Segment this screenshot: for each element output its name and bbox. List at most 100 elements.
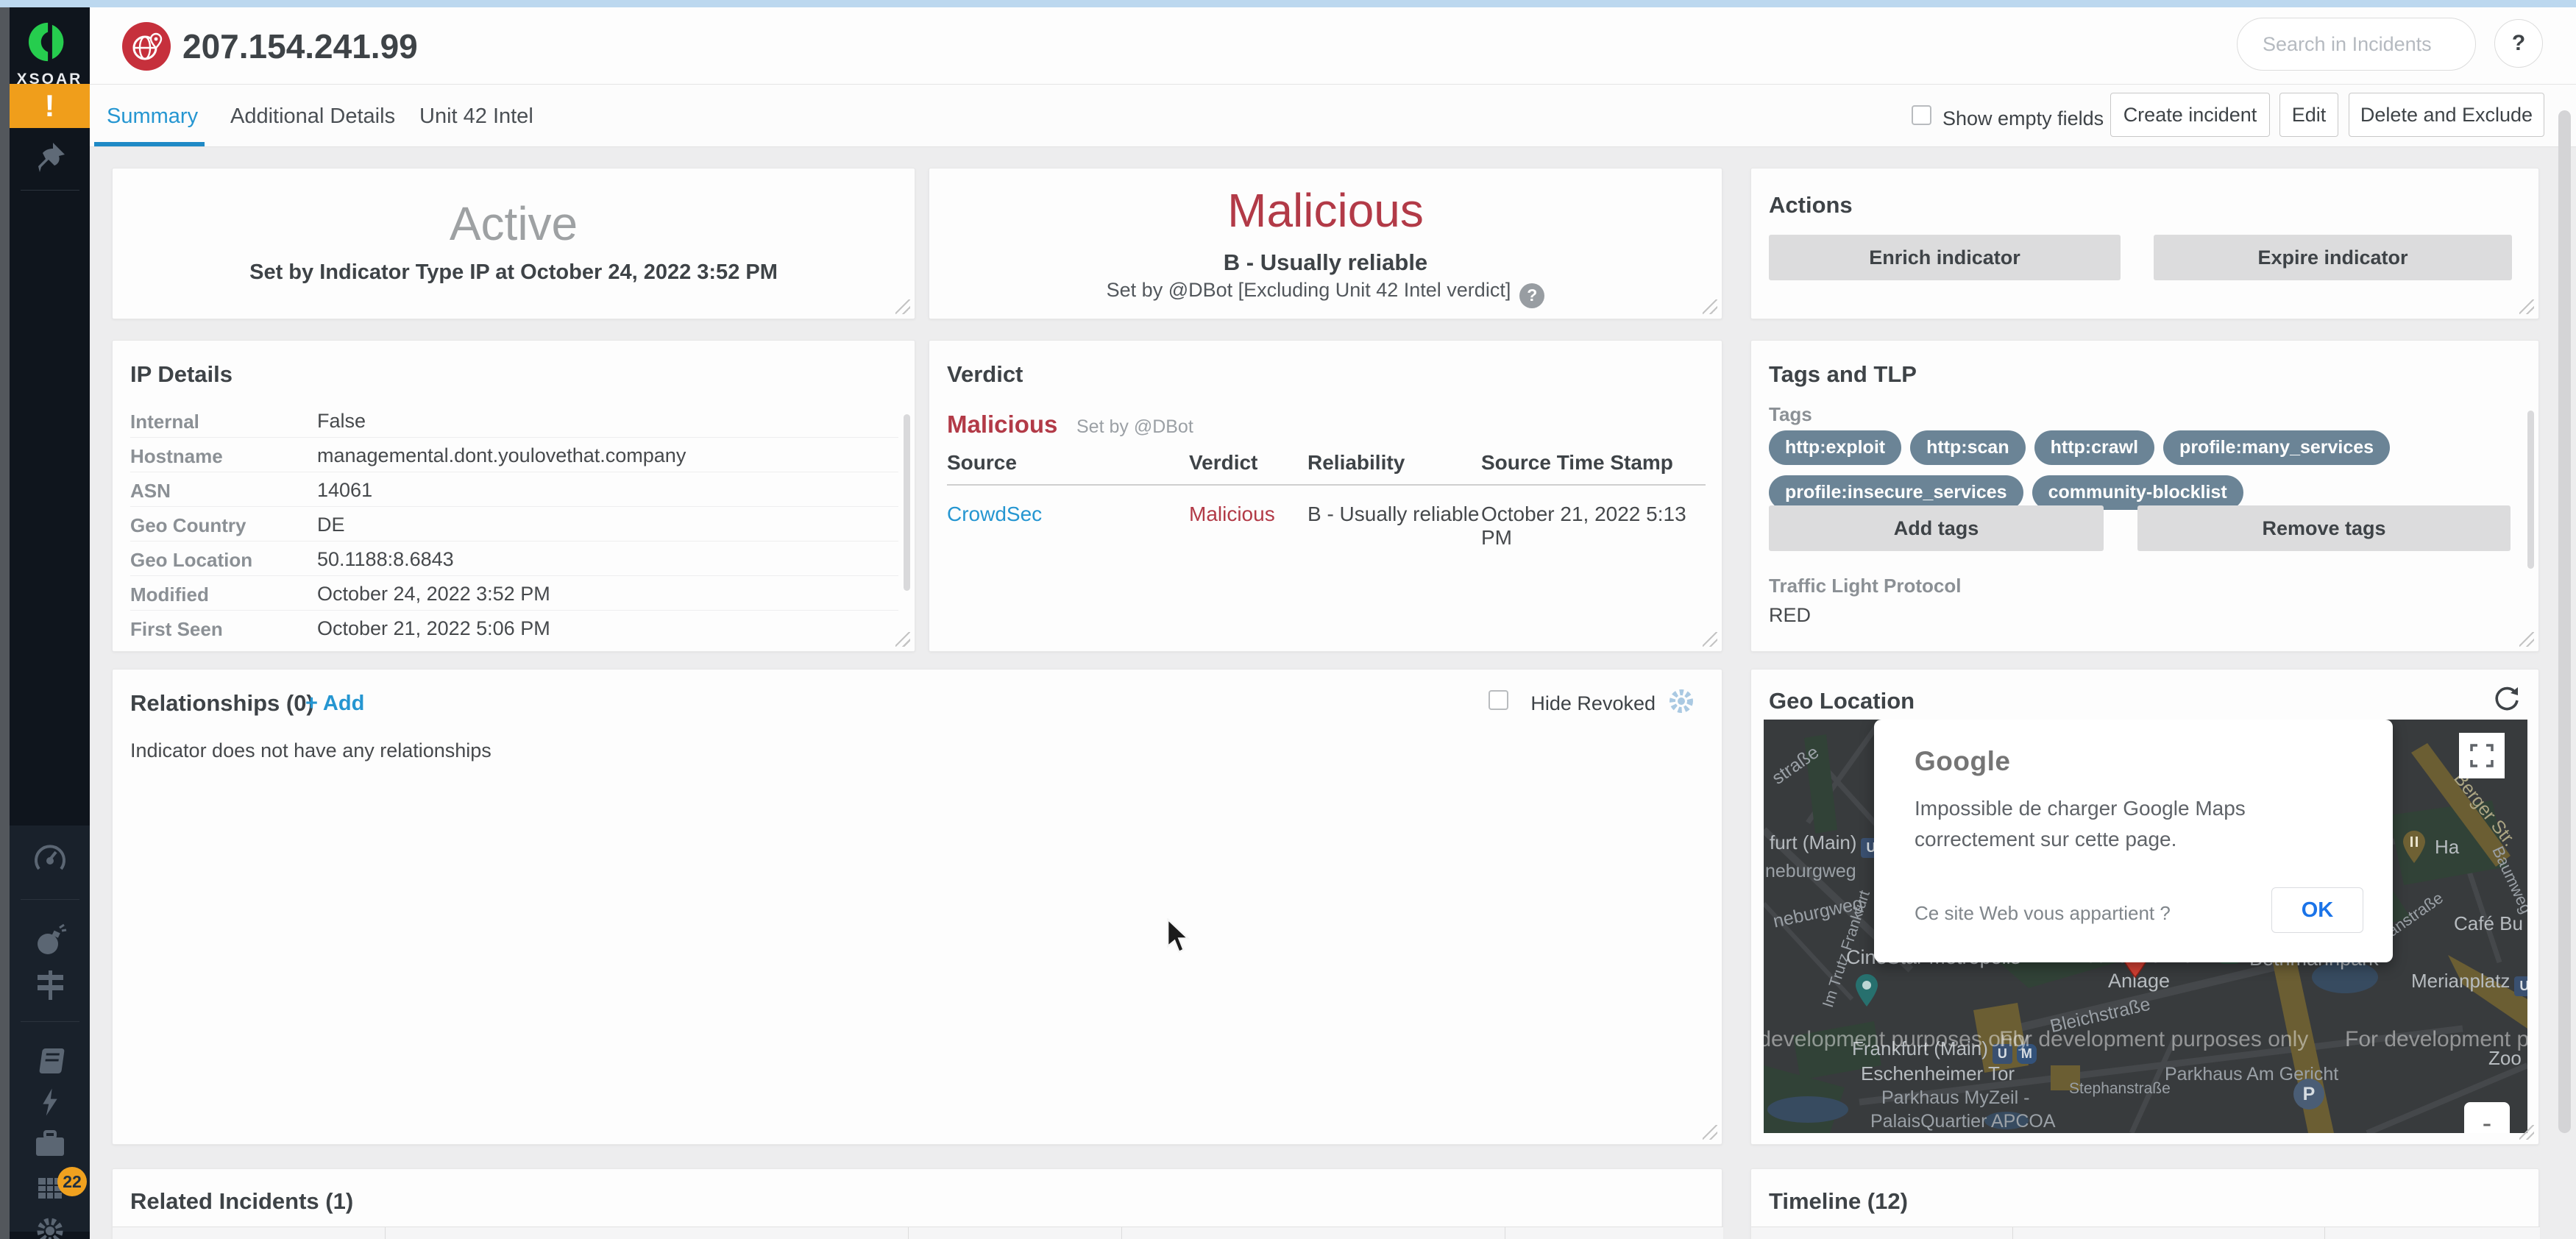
- restaurant-pin-icon: [2401, 830, 2427, 867]
- tab-unit-42-intel[interactable]: Unit 42 Intel: [419, 104, 533, 129]
- verdict-set-by: Set by @DBot: [1076, 416, 1193, 438]
- dialog-question: Ce site Web vous appartient ?: [1915, 902, 2171, 925]
- show-empty-fields-checkbox[interactable]: [1912, 105, 1931, 125]
- ok-button[interactable]: OK: [2271, 887, 2363, 933]
- resize-handle[interactable]: [2519, 632, 2534, 647]
- bomb-icon[interactable]: [10, 921, 90, 959]
- map-label: Parkhaus MyZeil -: [1881, 1087, 2029, 1109]
- resize-handle[interactable]: [895, 632, 910, 647]
- geo-location-title: Geo Location: [1769, 688, 1915, 714]
- map-label: Stephanstraße: [2069, 1080, 2171, 1098]
- tags-tlp-card: Tags and TLP Tags http:exploithttp:scanh…: [1750, 340, 2539, 652]
- timeline-title: Timeline (12): [1769, 1188, 1908, 1215]
- hide-revoked-checkbox[interactable]: [1489, 690, 1508, 710]
- create-incident-button[interactable]: Create incident: [2110, 93, 2270, 137]
- dashboard-gauge-icon[interactable]: [10, 840, 90, 878]
- ip-details-card: IP Details InternalFalse Hostnamemanagem…: [112, 340, 915, 652]
- table-header-row: [1751, 1226, 2540, 1239]
- briefcase-icon[interactable]: [10, 1124, 90, 1162]
- active-tab-underline: [94, 142, 205, 146]
- row-timestamp: October 21, 2022 5:13 PM: [1481, 503, 1722, 550]
- search-input[interactable]: [2237, 18, 2476, 71]
- resize-handle[interactable]: [895, 299, 910, 314]
- tag[interactable]: profile:insecure_services: [1769, 475, 2023, 510]
- xsoar-indicator-page: XSOAR !: [0, 0, 2576, 1239]
- gear-icon[interactable]: [10, 1214, 90, 1239]
- fullscreen-button[interactable]: [2459, 733, 2505, 778]
- hide-revoked-label: Hide Revoked: [1530, 692, 1656, 715]
- indicator-type-icon: [121, 21, 172, 76]
- tlp-label: Traffic Light Protocol: [1769, 575, 1961, 597]
- resize-handle[interactable]: [1703, 1125, 1717, 1140]
- scrollbar[interactable]: [2527, 411, 2534, 569]
- signpost-icon[interactable]: [10, 965, 90, 1004]
- parking-badge-icon: P: [2293, 1079, 2324, 1110]
- add-relationship-link[interactable]: + Add: [305, 692, 364, 716]
- expire-indicator-button[interactable]: Expire indicator: [2154, 235, 2512, 280]
- table-row: Geo CountryDE: [130, 507, 898, 542]
- remove-tags-button[interactable]: Remove tags: [2137, 505, 2511, 551]
- lightning-icon[interactable]: [10, 1083, 90, 1121]
- column-header-source[interactable]: Source: [947, 451, 1017, 475]
- status-set-by-note: Set by Indicator Type IP at October 24, …: [113, 260, 915, 285]
- map-label: Café Bu: [2454, 912, 2523, 935]
- pin-icon[interactable]: [10, 137, 90, 178]
- alerts-button[interactable]: !: [10, 84, 90, 128]
- sidebar-divider: [21, 1021, 79, 1022]
- enrich-indicator-button[interactable]: Enrich indicator: [1769, 235, 2121, 280]
- tag[interactable]: http:crawl: [2034, 430, 2154, 465]
- page-scrollbar[interactable]: [2558, 110, 2571, 1133]
- tag[interactable]: http:scan: [1910, 430, 2026, 465]
- related-incidents-card: Related Incidents (1): [112, 1168, 1722, 1239]
- source-link[interactable]: CrowdSec: [947, 503, 1042, 526]
- xsoar-logo-icon[interactable]: [10, 16, 90, 68]
- tag[interactable]: http:exploit: [1769, 430, 1901, 465]
- tlp-value: RED: [1769, 604, 1811, 627]
- map-label: PalaisQuartier APCOA: [1870, 1111, 2056, 1132]
- relationships-card: Relationships (0) + Add Hide Revoked Ind…: [112, 669, 1722, 1145]
- map-label: MerianplatzU: [2411, 970, 2527, 996]
- google-logo-text: Google: [1915, 746, 2010, 777]
- actions-title: Actions: [1769, 192, 1853, 219]
- tab-summary[interactable]: Summary: [107, 104, 198, 129]
- resize-handle[interactable]: [1703, 299, 1717, 314]
- related-incidents-title: Related Incidents (1): [130, 1188, 353, 1215]
- resize-handle[interactable]: [2519, 1125, 2534, 1140]
- relationships-title: Relationships (0): [130, 690, 314, 717]
- window-top-strip: [0, 0, 2576, 7]
- refresh-icon[interactable]: [2491, 683, 2522, 717]
- window-edge: [0, 7, 10, 1239]
- column-header-reliability[interactable]: Reliability: [1307, 451, 1405, 475]
- mouse-cursor: [1165, 918, 1200, 960]
- ip-details-title: IP Details: [130, 361, 233, 388]
- tag[interactable]: community-blocklist: [2032, 475, 2243, 510]
- help-icon[interactable]: ?: [1519, 283, 1544, 308]
- resize-handle[interactable]: [1703, 632, 1717, 647]
- scrollbar[interactable]: [904, 414, 910, 591]
- page-header: [90, 7, 2576, 85]
- delete-and-exclude-button[interactable]: Delete and Exclude: [2349, 93, 2544, 137]
- edit-button[interactable]: Edit: [2279, 93, 2338, 137]
- question-icon: ?: [2512, 31, 2525, 56]
- column-divider: [2324, 1227, 2325, 1239]
- relationships-settings-gear-icon[interactable]: [1666, 686, 1697, 720]
- google-map[interactable]: straße furt (Main)UM neburgweg neburgweg…: [1764, 720, 2527, 1133]
- help-button[interactable]: ?: [2494, 19, 2543, 68]
- column-header-timestamp[interactable]: Source Time Stamp: [1481, 451, 1673, 475]
- reliability-value: B - Usually reliable: [929, 249, 1722, 276]
- column-divider: [908, 1227, 909, 1239]
- column-divider: [1121, 1227, 1122, 1239]
- column-header-verdict[interactable]: Verdict: [1189, 451, 1257, 475]
- actions-card: Actions Enrich indicator Expire indicato…: [1750, 168, 2539, 319]
- table-row: ModifiedOctober 24, 2022 3:52 PM: [130, 576, 898, 611]
- table-row: Hostnamemanagemental.dont.youlovethat.co…: [130, 438, 898, 472]
- resize-handle[interactable]: [2519, 299, 2534, 314]
- zoom-out-button[interactable]: -: [2464, 1102, 2510, 1133]
- tab-additional-details[interactable]: Additional Details: [230, 104, 395, 129]
- verdict-status: Malicious: [947, 411, 1057, 439]
- row-verdict: Malicious: [1189, 503, 1275, 526]
- tag[interactable]: profile:many_services: [2163, 430, 2390, 465]
- book-icon[interactable]: [10, 1042, 90, 1080]
- add-tags-button[interactable]: Add tags: [1769, 505, 2104, 551]
- timeline-card: Timeline (12): [1750, 1168, 2539, 1239]
